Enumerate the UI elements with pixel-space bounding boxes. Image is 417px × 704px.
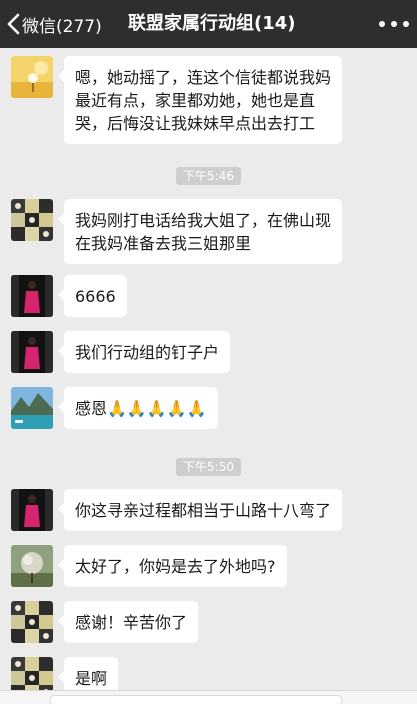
message-line: 6666 [75,287,116,306]
message-line: 在我妈准备去我三姐那里 [75,234,252,253]
message-line: 感恩🙏🙏🙏🙏🙏 [75,399,207,418]
red-dress-avatar[interactable] [11,331,53,373]
message-row: 太好了，你妈是去了外地吗? [11,545,287,587]
message-row: 你这寻亲过程都相当于山路十八弯了 [11,489,343,531]
back-button[interactable]: 微信(277) [6,0,102,48]
message-line: 我妈刚打电话给我大姐了，在佛山现 [75,211,332,230]
message-bubble[interactable]: 感谢！辛苦你了 [57,601,199,643]
message-line: 我们行动组的钉子户 [75,343,220,362]
message-bubble[interactable]: 你这寻亲过程都相当于山路十八弯了 [57,489,343,531]
collage-avatar[interactable] [11,199,53,241]
input-bar [0,690,417,704]
tree-avatar[interactable] [11,545,53,587]
message-row: 我妈刚打电话给我大姐了，在佛山现 在我妈准备去我三姐那里 [11,199,343,264]
chevron-left-icon [7,13,20,35]
timestamp-label: 下午5:46 [176,167,241,185]
message-line: 太好了，你妈是去了外地吗? [75,557,276,576]
red-dress-avatar[interactable] [11,275,53,317]
collage-avatar[interactable] [11,601,53,643]
message-row: 6666 [11,275,127,317]
red-dress-avatar[interactable] [11,489,53,531]
message-line: 嗯，她动摇了，连这个信徒都说我妈 [75,68,332,87]
message-bubble[interactable]: 太好了，你妈是去了外地吗? [58,545,287,587]
message-line: 是啊 [75,669,108,688]
message-line: 你这寻亲过程都相当于山路十八弯了 [75,501,332,520]
chat-title: 联盟家属行动组(14) [128,13,296,34]
timestamp-label: 下午5:50 [176,458,241,476]
message-line: 感谢！辛苦你了 [75,613,188,632]
message-bubble[interactable]: 我妈刚打电话给我大姐了，在佛山现 在我妈准备去我三姐那里 [57,199,343,264]
back-label: 微信(277) [22,16,102,37]
lake-avatar[interactable] [11,387,53,429]
timestamp: 下午5:46 [0,165,417,185]
message-line: 最近有点，家里都劝她，她也是直 [75,91,316,110]
message-bubble[interactable]: 感恩🙏🙏🙏🙏🙏 [58,387,218,429]
message-row: 嗯，她动摇了，连这个信徒都说我妈 最近有点，家里都劝她，她也是直 哭，后悔没让我… [11,56,343,144]
message-row: 感恩🙏🙏🙏🙏🙏 [11,387,218,429]
dandelion-avatar[interactable] [11,56,53,98]
more-options-icon[interactable] [379,12,409,36]
message-bubble[interactable]: 嗯，她动摇了，连这个信徒都说我妈 最近有点，家里都劝她，她也是直 哭，后悔没让我… [57,56,343,144]
message-row: 我们行动组的钉子户 [11,331,231,373]
message-bubble[interactable]: 我们行动组的钉子户 [57,331,231,373]
message-input[interactable] [50,695,342,704]
message-line: 哭，后悔没让我妹妹早点出去打工 [75,114,316,133]
message-row: 感谢！辛苦你了 [11,601,199,643]
nav-bar: 微信(277) 联盟家属行动组(14) [0,0,417,48]
timestamp: 下午5:50 [0,456,417,476]
message-bubble[interactable]: 6666 [58,275,127,317]
